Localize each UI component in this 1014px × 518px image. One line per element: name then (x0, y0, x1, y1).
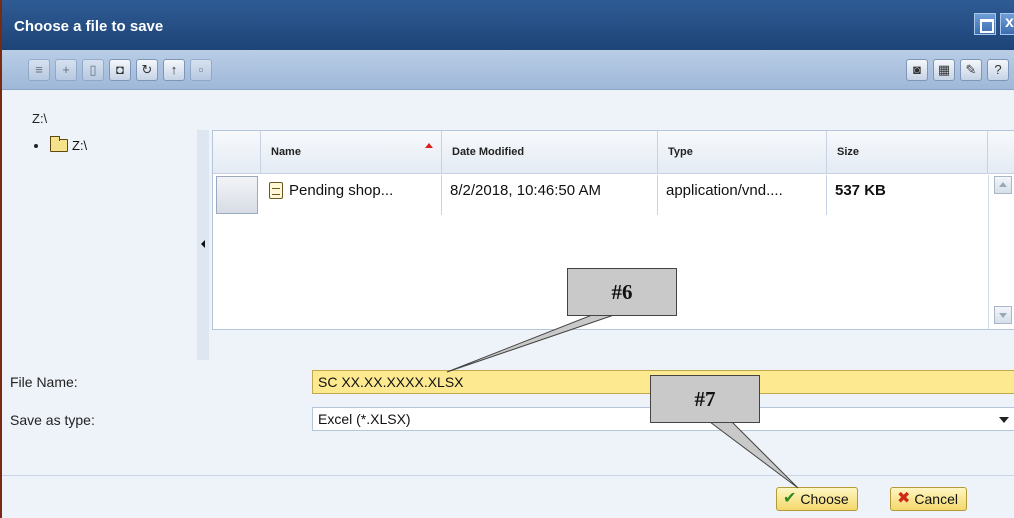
dialog-title: Choose a file to save (14, 18, 164, 35)
collapse-arrow-icon[interactable] (201, 240, 205, 248)
column-header-type[interactable]: Type (658, 131, 827, 174)
footer-divider (2, 475, 1014, 476)
table-header: Name Date Modified Type Size (213, 131, 1014, 174)
new-folder-icon[interactable]: + (55, 59, 77, 81)
file-name-cell[interactable]: Pending shop... (261, 175, 442, 215)
refresh-icon[interactable]: ↻ (136, 59, 158, 81)
select-all-header[interactable] (213, 131, 261, 174)
callout-7: #7 (650, 375, 760, 423)
tree-item-z-drive[interactable]: Z:\ (34, 136, 88, 153)
choose-button[interactable]: ✔ Choose (776, 487, 858, 511)
help-icon[interactable]: ? (987, 59, 1009, 81)
save-as-type-label: Save as type: (10, 412, 95, 428)
rename-icon[interactable]: ◘ (109, 59, 131, 81)
scroll-up-icon[interactable] (994, 176, 1012, 194)
column-header-date-modified[interactable]: Date Modified (442, 131, 658, 174)
tree-item-label: Z:\ (72, 138, 88, 153)
edit-icon[interactable]: ✎ (960, 59, 982, 81)
callout-6: #6 (567, 268, 677, 316)
table-row[interactable]: Pending shop... 8/2/2018, 10:46:50 AM ap… (213, 175, 1014, 215)
maximize-button[interactable] (974, 13, 996, 35)
sort-ascending-icon (425, 143, 433, 148)
save-file-dialog: Choose a file to save ≡ + ▯ ◘ ↻ ↑ ▫ ◙ ▦ … (0, 0, 1014, 518)
date-modified-cell: 8/2/2018, 10:46:50 AM (442, 175, 658, 215)
cancel-label: Cancel (914, 491, 958, 507)
vertical-scrollbar[interactable] (988, 175, 1014, 329)
document-icon (269, 181, 283, 199)
column-label: Size (837, 146, 860, 158)
cancel-button[interactable]: ✖ Cancel (890, 487, 967, 511)
tree-bullet (34, 143, 38, 148)
file-name-text: Pending shop... (289, 182, 394, 199)
details-icon[interactable]: ▦ (933, 59, 955, 81)
properties-icon[interactable]: ▫ (190, 59, 212, 81)
file-name-label: File Name: (10, 374, 78, 390)
row-selector[interactable] (216, 176, 258, 214)
title-bar: Choose a file to save (2, 0, 1014, 50)
type-cell: application/vnd.... (658, 175, 827, 215)
current-path: Z:\ (32, 111, 48, 126)
save-as-type-value: Excel (*.XLSX) (318, 411, 411, 427)
close-button[interactable] (1000, 13, 1014, 35)
checkmark-icon: ✔ (783, 490, 797, 507)
column-label: Name (271, 146, 301, 158)
choose-label: Choose (800, 491, 849, 507)
scroll-down-icon[interactable] (994, 306, 1012, 324)
view-list-icon[interactable]: ≡ (28, 59, 50, 81)
size-cell: 537 KB (835, 182, 886, 199)
column-header-name[interactable]: Name (261, 131, 442, 174)
folder-icon (50, 136, 68, 152)
up-folder-icon[interactable]: ↑ (163, 59, 185, 81)
x-mark-icon: ✖ (897, 490, 911, 507)
view-mode-icon[interactable]: ◙ (906, 59, 928, 81)
toolbar: ≡ + ▯ ◘ ↻ ↑ ▫ ◙ ▦ ✎ ? (2, 50, 1014, 90)
column-label: Type (668, 146, 693, 158)
column-header-size[interactable]: Size (827, 131, 988, 174)
chevron-down-icon (999, 417, 1009, 423)
delete-icon[interactable]: ▯ (82, 59, 104, 81)
callout-7-pointer (708, 421, 799, 489)
column-label: Date Modified (452, 146, 525, 158)
